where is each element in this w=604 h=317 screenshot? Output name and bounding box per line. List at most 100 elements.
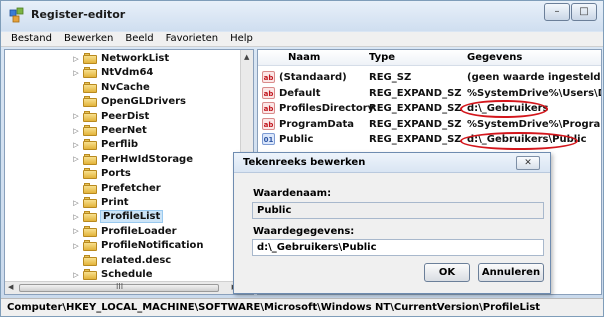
- cell-type: REG_EXPAND_SZ: [369, 134, 462, 145]
- tree-item[interactable]: ▷ PerHwIdStorage: [71, 152, 193, 167]
- string-value-icon: ab: [262, 86, 275, 99]
- menu-bar: Bestand Bewerken Beeld Favorieten Help: [1, 32, 603, 47]
- value-name-field: Public: [252, 202, 544, 219]
- scroll-left-arrow-icon[interactable]: ◀: [8, 283, 13, 291]
- cell-name: ProgramData: [279, 118, 354, 130]
- scroll-up-arrow-icon[interactable]: ▲: [244, 53, 249, 61]
- menu-item-help[interactable]: Help: [224, 32, 259, 46]
- tree-item-label: NtVdm64: [101, 67, 154, 79]
- folder-icon: [83, 168, 97, 180]
- expand-arrow-icon[interactable]: ▷: [71, 141, 81, 149]
- tree-item-label: NvCache: [101, 81, 150, 93]
- expand-arrow-icon[interactable]: ▷: [71, 127, 81, 135]
- column-header-type[interactable]: Type: [369, 52, 395, 63]
- tree-item[interactable]: Ports: [71, 166, 131, 181]
- tree-item-label: ProfileNotification: [101, 240, 204, 252]
- folder-icon: [83, 197, 97, 208]
- cell-name: ProfilesDirectory: [279, 103, 375, 114]
- scroll-grip-icon: III: [116, 282, 124, 291]
- expand-arrow-icon[interactable]: ▷: [71, 112, 81, 120]
- expand-arrow-icon[interactable]: ▷: [71, 271, 81, 279]
- tree-item[interactable]: OpenGLDrivers: [71, 94, 186, 109]
- tree-item-label: PerHwIdStorage: [101, 153, 194, 165]
- tree-item[interactable]: related.desc: [71, 253, 171, 268]
- tree-item-label: NetworkList: [101, 53, 170, 64]
- folder-icon: [83, 67, 97, 79]
- horizontal-scroll-thumb[interactable]: III: [19, 282, 219, 292]
- menu-item-beeld[interactable]: Beeld: [119, 32, 159, 46]
- tree-item[interactable]: ▷ ProfileList: [71, 209, 164, 224]
- tree-item-label: Perflib: [101, 139, 139, 151]
- tree-item-label: related.desc: [101, 254, 172, 266]
- expand-arrow-icon[interactable]: ▷: [71, 55, 81, 63]
- folder-icon: [83, 254, 97, 266]
- tree-item[interactable]: Prefetcher: [71, 181, 161, 196]
- cell-name: Public: [279, 134, 314, 145]
- expand-arrow-icon[interactable]: ▷: [71, 213, 81, 221]
- tree-item[interactable]: ▷ Perflib: [71, 137, 138, 152]
- tree-item[interactable]: ▷ NetworkList: [71, 51, 169, 66]
- maximize-button[interactable]: □: [571, 3, 597, 21]
- highlight-ellipse-profilesdirectory: [460, 100, 548, 118]
- tree-item-label: Schedule: [101, 269, 153, 280]
- registry-editor-icon: [9, 7, 24, 23]
- cancel-button[interactable]: Annuleren: [478, 263, 544, 282]
- cell-name: Default: [279, 87, 321, 99]
- cell-data: %SystemDrive%\ProgramData: [467, 118, 601, 130]
- tree-item[interactable]: ▷ ProfileLoader: [71, 224, 177, 239]
- expand-arrow-icon[interactable]: ▷: [71, 227, 81, 235]
- tree-item-label: ProfileList: [99, 210, 164, 224]
- cell-type: REG_EXPAND_SZ: [369, 118, 462, 130]
- tree-item[interactable]: ▷ PeerNet: [71, 123, 147, 138]
- folder-icon: [83, 153, 97, 165]
- title-bar: Register-editor – □: [1, 1, 603, 31]
- tree-item[interactable]: ▷ ProfileNotification: [71, 238, 204, 253]
- folder-icon: [83, 240, 97, 252]
- cell-type: REG_SZ: [369, 72, 412, 83]
- list-row[interactable]: ab (Standaard) REG_SZ (geen waarde ingestel…: [258, 70, 602, 85]
- edit-string-dialog: Tekenreeks bewerken ✕ Waardenaam: Public…: [233, 152, 551, 294]
- string-value-icon: ab: [262, 102, 275, 114]
- tree-item[interactable]: ▷ Print: [71, 195, 129, 210]
- status-path: Computer\HKEY_LOCAL_MACHINE\SOFTWARE\Mic…: [7, 302, 541, 313]
- expand-arrow-icon[interactable]: ▷: [71, 155, 81, 163]
- status-bar: Computer\HKEY_LOCAL_MACHINE\SOFTWARE\Mic…: [1, 298, 603, 316]
- tree-horizontal-scrollbar[interactable]: ◀ III ▶: [5, 281, 253, 294]
- list-header: Naam Type Gegevens: [258, 50, 601, 66]
- string-value-icon: ab: [262, 117, 275, 130]
- folder-icon: [83, 269, 97, 280]
- folder-icon: [83, 53, 97, 64]
- dialog-close-button[interactable]: ✕: [516, 156, 540, 170]
- minimize-icon: –: [554, 6, 560, 17]
- tree-item-label: ProfileLoader: [101, 225, 177, 237]
- window-title: Register-editor: [31, 8, 126, 21]
- menu-item-bewerken[interactable]: Bewerken: [58, 32, 119, 46]
- list-row[interactable]: ab ProfilesDirectory REG_EXPAND_SZ d:\_Gebr…: [258, 101, 601, 116]
- column-header-data[interactable]: Gegevens: [467, 52, 522, 63]
- tree-item-label: PeerNet: [101, 125, 147, 136]
- ok-button[interactable]: OK: [424, 263, 470, 282]
- menu-item-bestand[interactable]: Bestand: [5, 32, 58, 46]
- binary-value-icon: 01: [262, 133, 275, 145]
- tree-item[interactable]: ▷ NtVdm64: [71, 65, 153, 80]
- tree-item-label: PeerDist: [101, 110, 150, 122]
- tree-item[interactable]: ▷ Schedule: [71, 267, 153, 282]
- value-data-label: Waardegegevens:: [253, 226, 355, 237]
- expand-arrow-icon[interactable]: ▷: [71, 242, 81, 250]
- expand-arrow-icon[interactable]: ▷: [71, 69, 81, 77]
- value-data-input[interactable]: d:\_Gebruikers\Public: [252, 239, 544, 256]
- list-row[interactable]: ab Default REG_EXPAND_SZ %SystemDrive%\User…: [258, 86, 601, 101]
- folder-icon: [83, 96, 97, 108]
- tree-item[interactable]: NvCache: [71, 80, 150, 95]
- expand-arrow-icon[interactable]: ▷: [71, 199, 81, 207]
- tree-item[interactable]: ▷ PeerDist: [71, 109, 149, 124]
- cell-name: (Standaard): [279, 72, 347, 83]
- list-row[interactable]: ab ProgramData REG_EXPAND_SZ %SystemDrive%\…: [258, 117, 601, 132]
- minimize-button[interactable]: –: [544, 3, 570, 21]
- folder-icon: [83, 110, 97, 122]
- menu-item-favorieten[interactable]: Favorieten: [160, 32, 224, 46]
- folder-icon: [83, 182, 97, 194]
- cell-data: (geen waarde ingesteld): [467, 72, 602, 83]
- column-header-name[interactable]: Naam: [288, 52, 320, 63]
- folder-icon: [83, 225, 97, 237]
